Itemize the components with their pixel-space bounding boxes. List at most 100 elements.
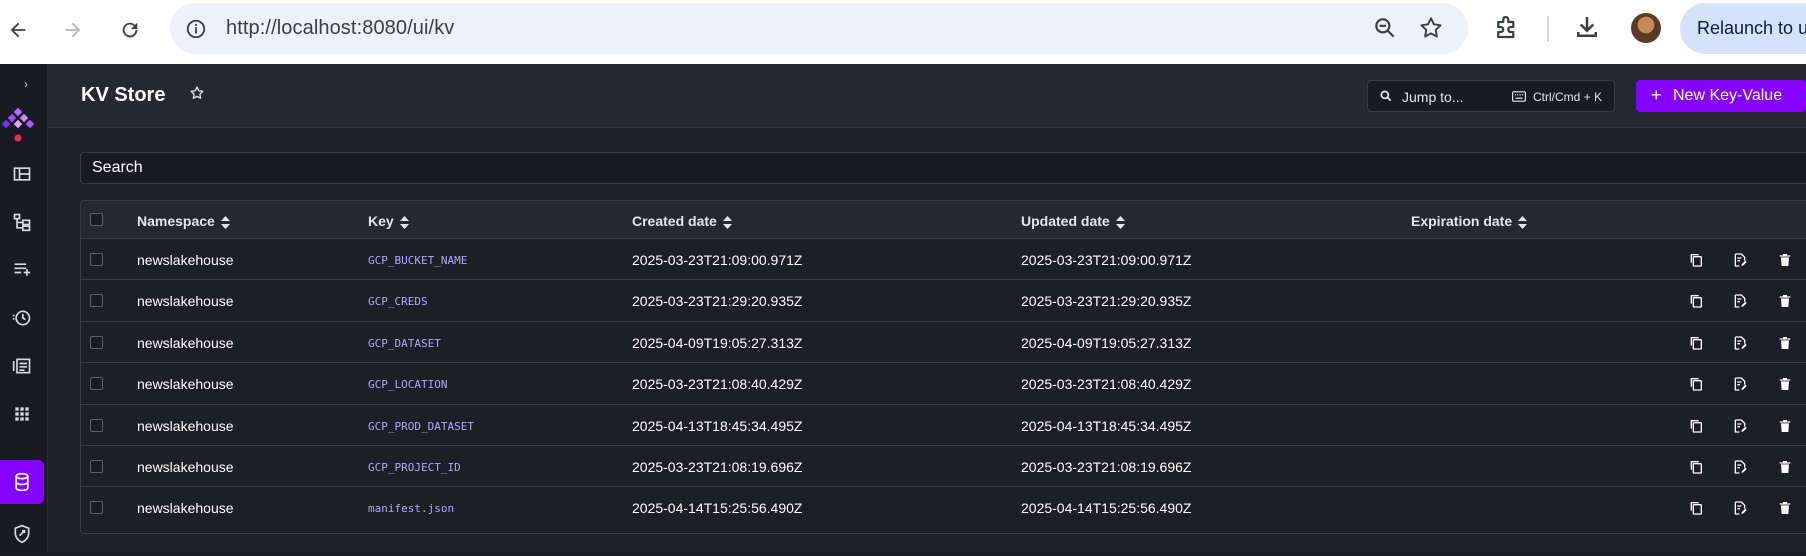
- updated-date-cell: 2025-03-23T21:08:19.696Z: [1021, 459, 1192, 475]
- page-title: KV Store: [81, 84, 166, 106]
- copy-icon[interactable]: [1688, 335, 1704, 351]
- sidebar-item-logs[interactable]: [0, 344, 44, 388]
- created-date-cell: 2025-03-23T21:08:19.696Z: [632, 459, 803, 475]
- copy-icon[interactable]: [1688, 459, 1704, 475]
- copy-icon[interactable]: [1688, 293, 1704, 309]
- edit-icon[interactable]: [1732, 252, 1748, 268]
- extensions-icon[interactable]: [1492, 12, 1526, 46]
- reload-button[interactable]: [112, 12, 148, 48]
- copy-icon[interactable]: [1688, 418, 1704, 434]
- delete-icon[interactable]: [1777, 252, 1793, 268]
- downloads-icon[interactable]: [1572, 12, 1606, 46]
- row-checkbox[interactable]: [90, 377, 103, 391]
- column-label: Updated date: [1021, 213, 1110, 229]
- bookmark-star-icon[interactable]: [1418, 15, 1446, 43]
- copy-icon[interactable]: [1688, 376, 1704, 392]
- edit-icon[interactable]: [1732, 418, 1748, 434]
- updated-date-cell: 2025-03-23T21:29:20.935Z: [1021, 293, 1192, 310]
- created-date-cell: 2025-04-13T18:45:34.495Z: [632, 417, 803, 434]
- sidebar-item-administration[interactable]: [0, 512, 44, 556]
- sort-icon: [399, 215, 409, 229]
- back-arrow-icon: [10, 22, 26, 38]
- jump-to-search[interactable]: Jump to... Ctrl/Cmd + K: [1367, 80, 1615, 112]
- new-key-value-button[interactable]: + New Key-Value: [1636, 80, 1806, 112]
- key-cell[interactable]: GCP_LOCATION: [368, 378, 447, 391]
- created-date-cell: 2025-03-23T21:09:00.971Z: [632, 252, 803, 268]
- forward-button[interactable]: [55, 12, 91, 48]
- row-checkbox[interactable]: [90, 418, 103, 432]
- row-checkbox[interactable]: [90, 501, 103, 515]
- address-bar[interactable]: http://localhost:8080/ui/kv: [170, 3, 1468, 54]
- row-checkbox[interactable]: [90, 253, 103, 266]
- sidebar-collapse-toggle[interactable]: ›: [24, 77, 28, 91]
- kestra-app: › KV Store Jump to... Ctrl/Cmd + K + New…: [0, 64, 1806, 553]
- sort-icon: [722, 215, 732, 229]
- namespaces-icon: [15, 407, 29, 421]
- delete-icon[interactable]: [1777, 293, 1793, 309]
- delete-icon[interactable]: [1777, 500, 1793, 516]
- jump-to-placeholder: Jump to...: [1402, 89, 1464, 105]
- site-info-icon[interactable]: [182, 15, 210, 43]
- plus-icon: +: [1651, 85, 1662, 105]
- row-checkbox[interactable]: [90, 294, 103, 308]
- updated-date-cell: 2025-03-23T21:09:00.971Z: [1021, 252, 1192, 268]
- sidebar-item-flows[interactable]: [0, 200, 44, 244]
- sidebar-item-templates[interactable]: [0, 248, 44, 292]
- new-key-value-label: New Key-Value: [1673, 87, 1783, 104]
- administration-icon: [14, 524, 30, 544]
- created-date-cell: 2025-04-14T15:25:56.490Z: [632, 500, 803, 517]
- key-cell[interactable]: GCP_BUCKET_NAME: [368, 254, 467, 267]
- key-cell[interactable]: GCP_PROD_DATASET: [368, 420, 474, 433]
- table-row: newslakehouse GCP_PROJECT_ID 2025-03-23T…: [81, 446, 1806, 488]
- namespace-cell: newslakehouse: [137, 500, 234, 517]
- search-icon: [1380, 90, 1392, 102]
- row-checkbox[interactable]: [90, 335, 103, 349]
- zoom-icon[interactable]: [1372, 15, 1400, 43]
- search-input[interactable]: Search: [80, 152, 1806, 184]
- namespace-cell: newslakehouse: [137, 293, 234, 310]
- delete-icon[interactable]: [1777, 335, 1793, 351]
- forward-arrow-icon: [65, 22, 81, 38]
- column-header-key[interactable]: Key: [368, 213, 409, 229]
- url-text[interactable]: http://localhost:8080/ui/kv: [226, 17, 454, 40]
- column-header-created-date[interactable]: Created date: [632, 213, 732, 229]
- column-header-expiration-date[interactable]: Expiration date: [1411, 213, 1528, 229]
- back-button[interactable]: [0, 12, 36, 48]
- row-checkbox[interactable]: [90, 460, 103, 473]
- executions-icon: [12, 310, 31, 326]
- key-cell[interactable]: GCP_PROJECT_ID: [368, 461, 461, 474]
- relaunch-button[interactable]: Relaunch to u: [1680, 3, 1806, 54]
- key-cell[interactable]: manifest.json: [368, 502, 454, 515]
- copy-icon[interactable]: [1688, 252, 1704, 268]
- select-all-checkbox[interactable]: [90, 213, 103, 226]
- edit-icon[interactable]: [1732, 335, 1748, 351]
- favorite-star-icon[interactable]: [189, 85, 209, 105]
- table-row: newslakehouse GCP_LOCATION 2025-03-23T21…: [81, 363, 1806, 405]
- column-header-namespace[interactable]: Namespace: [137, 213, 230, 229]
- delete-icon[interactable]: [1777, 459, 1793, 475]
- profile-avatar[interactable]: [1631, 13, 1661, 43]
- sidebar-item-namespaces[interactable]: [0, 392, 44, 436]
- sidebar: ›: [0, 64, 48, 553]
- column-label: Key: [368, 213, 394, 229]
- key-cell[interactable]: GCP_DATASET: [368, 337, 441, 350]
- key-cell[interactable]: GCP_CREDS: [368, 295, 428, 308]
- copy-icon[interactable]: [1688, 500, 1704, 516]
- updated-date-cell: 2025-04-13T18:45:34.495Z: [1021, 417, 1192, 434]
- delete-icon[interactable]: [1777, 376, 1793, 392]
- edit-icon[interactable]: [1732, 376, 1748, 392]
- updated-date-cell: 2025-03-23T21:08:40.429Z: [1021, 376, 1192, 393]
- kestra-logo-icon[interactable]: [1, 107, 35, 144]
- delete-icon[interactable]: [1777, 418, 1793, 434]
- reload-icon: [122, 22, 138, 38]
- created-date-cell: 2025-04-09T19:05:27.313Z: [632, 334, 803, 351]
- namespace-cell: newslakehouse: [137, 252, 234, 268]
- sidebar-item-dashboard[interactable]: [0, 152, 44, 196]
- sidebar-item-kv-store[interactable]: [0, 460, 44, 504]
- column-header-updated-date[interactable]: Updated date: [1021, 213, 1125, 229]
- table-row: newslakehouse GCP_DATASET 2025-04-09T19:…: [81, 322, 1806, 364]
- sidebar-item-executions[interactable]: [0, 296, 44, 340]
- edit-icon[interactable]: [1732, 293, 1748, 309]
- edit-icon[interactable]: [1732, 459, 1748, 475]
- edit-icon[interactable]: [1732, 500, 1748, 516]
